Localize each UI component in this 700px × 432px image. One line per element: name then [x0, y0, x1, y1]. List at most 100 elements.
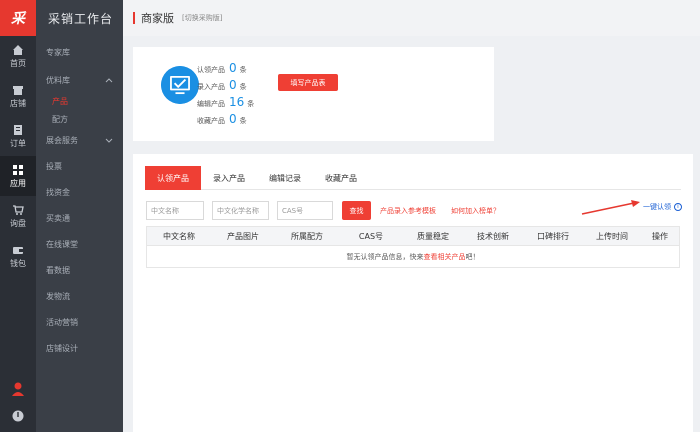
sidebar-item-label: 店铺设计	[46, 343, 78, 353]
table-header: 中文名称 产品图片 所属配方 CAS号 质量稳定 技术创新 口碑排行 上传时间 …	[147, 227, 679, 245]
rail-item-inquiry[interactable]: 询盘	[0, 196, 36, 236]
empty-state: 暂无认领产品信息，快来 查看相关产品 吧！	[147, 245, 679, 267]
home-icon	[13, 44, 23, 55]
wallet-icon	[13, 246, 23, 254]
stat-label: 编辑产品	[197, 100, 225, 108]
sidebar-item-label: 在线课堂	[46, 239, 78, 249]
rail-item-label: 钱包	[10, 258, 26, 268]
sidebar-item-store-design[interactable]: 店铺设计	[36, 336, 123, 360]
tab-claimed[interactable]: 认领产品	[145, 166, 201, 190]
sidebar-subitem-label: 配方	[52, 114, 68, 124]
products-table: 中文名称 产品图片 所属配方 CAS号 质量稳定 技术创新 口碑排行 上传时间 …	[146, 226, 680, 268]
switch-to-buyer-link[interactable]: [切换采购版]	[182, 13, 222, 23]
sidebar-item-trade[interactable]: 买卖通	[36, 206, 123, 230]
stat-value: 0	[229, 61, 237, 75]
col-header[interactable]: 质量稳定	[403, 231, 463, 242]
sidebar-item-classroom[interactable]: 在线课堂	[36, 232, 123, 256]
rail-item-label: 应用	[10, 178, 26, 188]
rail-item-store[interactable]: 店铺	[0, 76, 36, 116]
tab-favorites[interactable]: 收藏产品	[313, 166, 369, 190]
apps-icon	[13, 164, 23, 175]
power-icon	[12, 410, 24, 422]
sidebar-item-experts[interactable]: 专家库	[36, 40, 123, 64]
title-accent-bar	[133, 12, 135, 24]
sidebar-brand: 采销工作台	[48, 11, 114, 26]
col-header[interactable]: 口碑排行	[523, 231, 583, 242]
sidebar: 采销工作台 专家库 优料库 产品 配方 展会服务 投票 找资金 买卖通 在线课堂…	[36, 0, 123, 432]
logout-button[interactable]	[0, 410, 36, 422]
search-button[interactable]: 查找	[342, 201, 371, 220]
col-header[interactable]: 上传时间	[583, 231, 641, 242]
tab-entered[interactable]: 录入产品	[201, 166, 257, 190]
sidebar-item-data[interactable]: 看数据	[36, 258, 123, 282]
rail-item-apps[interactable]: 应用	[0, 156, 36, 196]
stat-value: 0	[229, 112, 237, 126]
sidebar-item-label: 发物流	[46, 291, 70, 301]
sidebar-subitem-formulas[interactable]: 配方	[36, 110, 123, 128]
sidebar-item-label: 看数据	[46, 265, 70, 275]
fill-product-form-button[interactable]: 填写产品表	[278, 74, 338, 91]
icon-rail: 采 首页 店铺 订单 应用 询盘 钱包	[0, 0, 36, 432]
col-header[interactable]: 产品图片	[211, 231, 275, 242]
col-header[interactable]: CAS号	[339, 231, 403, 242]
rail-item-label: 店铺	[10, 98, 26, 108]
topbar: 商家版 [切换采购版]	[123, 0, 700, 36]
rail-item-wallet[interactable]: 钱包	[0, 236, 36, 276]
user-icon	[12, 382, 24, 396]
col-header[interactable]: 所属配方	[275, 231, 339, 242]
order-icon	[14, 124, 22, 135]
col-header[interactable]: 技术创新	[463, 231, 523, 242]
tab-bar: 认领产品 录入产品 编辑记录 收藏产品	[145, 166, 681, 190]
stat-label: 认领产品	[197, 66, 225, 74]
info-icon[interactable]: i	[674, 203, 682, 211]
tab-edit-history[interactable]: 编辑记录	[257, 166, 313, 190]
rail-item-label: 询盘	[10, 218, 26, 228]
sidebar-item-label: 投票	[46, 161, 62, 171]
sidebar-item-marketing[interactable]: 活动营销	[36, 310, 123, 334]
stat-label: 录入产品	[197, 83, 225, 91]
page-title: 商家版	[141, 12, 174, 25]
sidebar-subitem-products[interactable]: 产品	[36, 92, 123, 110]
sidebar-item-funding[interactable]: 找资金	[36, 180, 123, 204]
stat-value: 16	[229, 95, 245, 109]
template-link[interactable]: 产品录入参考模板	[380, 206, 436, 216]
monitor-check-icon	[161, 66, 199, 104]
empty-text: 暂无认领产品信息，快来	[346, 252, 424, 261]
cn-chem-name-input[interactable]: 中文化学名称	[212, 201, 269, 220]
one-click-label: 一键认领	[643, 203, 671, 211]
sidebar-item-label: 买卖通	[46, 213, 70, 223]
sidebar-item-label: 优料库	[46, 75, 70, 85]
sidebar-item-exhibition[interactable]: 展会服务	[36, 128, 123, 152]
rail-item-label: 首页	[10, 58, 26, 68]
stat-unit: 条	[247, 100, 255, 108]
how-to-join-link[interactable]: 如何加入榜单？	[451, 206, 500, 216]
summary-card: 认领产品 0 条 录入产品 0 条 编辑产品 16 条 收藏产品 0 条 填写产品表	[133, 47, 494, 141]
rail-item-orders[interactable]: 订单	[0, 116, 36, 156]
col-header[interactable]: 操作	[641, 231, 679, 242]
cn-name-input[interactable]: 中文名称	[146, 201, 204, 220]
app-logo[interactable]: 采	[0, 0, 36, 36]
view-related-products-link[interactable]: 查看相关产品	[424, 252, 466, 262]
sidebar-item-logistics[interactable]: 发物流	[36, 284, 123, 308]
stat-label: 收藏产品	[197, 117, 225, 125]
main-card: 认领产品 录入产品 编辑记录 收藏产品 中文名称 中文化学名称 CAS号 查找 …	[133, 154, 693, 432]
chevron-down-icon	[105, 138, 113, 143]
stat-favorites: 收藏产品 0 条	[197, 112, 254, 129]
sidebar-item-label: 找资金	[46, 187, 70, 197]
col-header[interactable]: 中文名称	[147, 231, 211, 242]
annotation-arrow-icon	[581, 200, 640, 215]
rail-item-home[interactable]: 首页	[0, 36, 36, 76]
store-icon	[13, 85, 23, 95]
cas-input[interactable]: CAS号	[277, 201, 333, 220]
rail-item-label: 订单	[10, 138, 26, 148]
one-click-claim-link[interactable]: 一键认领 i	[643, 202, 682, 212]
sidebar-item-label: 专家库	[46, 47, 70, 57]
empty-text-suffix: 吧！	[465, 252, 480, 261]
sidebar-item-materials[interactable]: 优料库	[36, 68, 123, 92]
sidebar-subitem-label: 产品	[52, 96, 68, 106]
sidebar-item-label: 活动营销	[46, 317, 78, 327]
summary-stats: 认领产品 0 条 录入产品 0 条 编辑产品 16 条 收藏产品 0 条	[197, 61, 254, 129]
sidebar-item-vote[interactable]: 投票	[36, 154, 123, 178]
sidebar-item-label: 展会服务	[46, 135, 78, 145]
user-button[interactable]	[0, 382, 36, 396]
